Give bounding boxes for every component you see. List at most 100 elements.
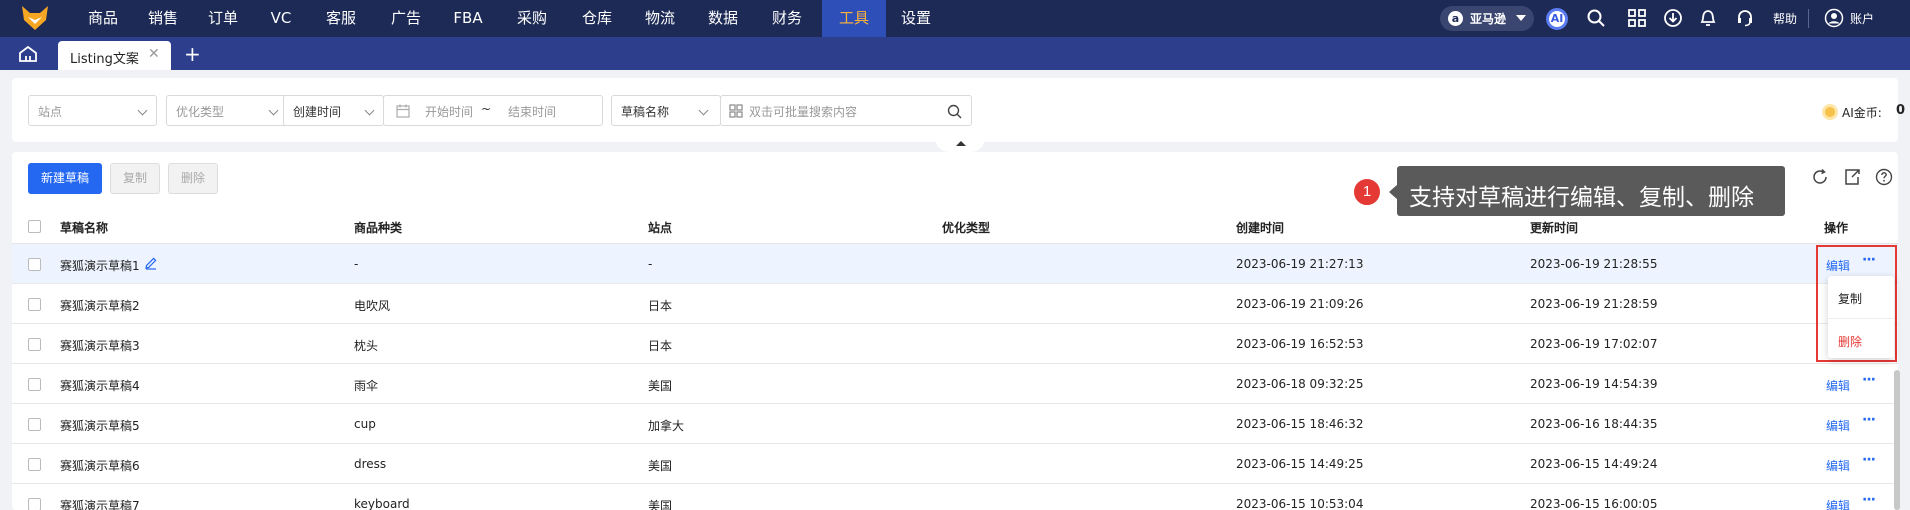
- export-icon[interactable]: [1843, 168, 1861, 186]
- menu-item-12[interactable]: 工具: [822, 0, 886, 37]
- cell-site: 加拿大: [648, 419, 685, 433]
- row-checkbox[interactable]: [28, 298, 41, 311]
- refresh-icon[interactable]: [1811, 168, 1829, 186]
- row-checkbox[interactable]: [28, 338, 41, 351]
- search-field-label: 草稿名称: [621, 105, 670, 119]
- edit-link[interactable]: 编辑: [1826, 417, 1850, 434]
- more-actions-icon[interactable]: ···: [1862, 492, 1876, 508]
- more-actions-icon[interactable]: ···: [1862, 452, 1876, 468]
- ai-assistant-icon[interactable]: AI: [1546, 8, 1568, 30]
- copy-button[interactable]: 复制: [110, 163, 160, 194]
- more-actions-icon[interactable]: ···: [1862, 412, 1876, 428]
- menu-item-11[interactable]: 财务: [764, 0, 810, 37]
- optimization-type-select[interactable]: 优化类型: [166, 95, 288, 126]
- menu-item-6[interactable]: FBA: [448, 0, 488, 37]
- account-link[interactable]: 账户: [1850, 10, 1874, 27]
- cell-site: 美国: [648, 459, 673, 473]
- vertical-scrollbar[interactable]: [1894, 370, 1900, 510]
- tab-label: Listing文案: [70, 52, 139, 67]
- table-row[interactable]: 赛狐演示草稿6 dress 美国 2023-06-15 14:49:25 2023-06…: [12, 444, 1898, 484]
- header-site: 站点: [648, 221, 673, 235]
- customer-service-icon[interactable]: [1735, 8, 1755, 28]
- search-input[interactable]: 双击可批量搜索内容: [720, 95, 972, 126]
- caret-down-icon: [1516, 15, 1526, 21]
- select-all-checkbox[interactable]: [28, 220, 41, 233]
- cell-name: 赛狐演示草稿5: [60, 419, 140, 433]
- edit-link[interactable]: 编辑: [1826, 457, 1850, 474]
- collapse-filter-toggle[interactable]: [935, 138, 985, 152]
- table-row[interactable]: 赛狐演示草稿2 电吹风 日本 2023-06-19 21:09:26 2023-06-1…: [12, 284, 1898, 324]
- menu-item-4[interactable]: 客服: [318, 0, 364, 37]
- row-checkbox[interactable]: [28, 418, 41, 431]
- menu-item-3[interactable]: VC: [263, 0, 299, 37]
- cell-site: 日本: [648, 339, 673, 353]
- new-draft-button[interactable]: 新建草稿: [28, 163, 102, 194]
- menu-item-2[interactable]: 订单: [200, 0, 246, 37]
- menu-item-13[interactable]: 设置: [893, 0, 939, 37]
- row-checkbox[interactable]: [28, 458, 41, 471]
- marketplace-label: 亚马逊: [1470, 12, 1507, 26]
- marketplace-select[interactable]: a 亚马逊: [1440, 6, 1534, 31]
- delete-button[interactable]: 删除: [168, 163, 218, 194]
- menu-item-0[interactable]: 商品: [80, 0, 126, 37]
- cell-category: dress: [354, 457, 387, 471]
- batch-search-icon[interactable]: [729, 104, 743, 118]
- download-icon[interactable]: [1663, 8, 1683, 28]
- fox-logo-icon[interactable]: [20, 4, 50, 32]
- cell-name: 赛狐演示草稿3: [60, 339, 140, 353]
- menu-item-9[interactable]: 物流: [637, 0, 683, 37]
- help-link[interactable]: 帮助: [1773, 10, 1797, 27]
- avatar-icon[interactable]: [1824, 8, 1844, 28]
- menu-item-7[interactable]: 采购: [509, 0, 555, 37]
- cell-site: 美国: [648, 379, 673, 393]
- bell-icon[interactable]: [1698, 8, 1718, 28]
- table-row[interactable]: 赛狐演示草稿7 keyboard 美国 2023-06-15 10:53:04 2023…: [12, 484, 1898, 510]
- start-date-input[interactable]: 开始时间: [425, 103, 473, 120]
- chevron-down-icon: [268, 105, 279, 116]
- annotation-callout: 支持对草稿进行编辑、复制、删除: [1397, 166, 1785, 216]
- search-icon[interactable]: [947, 104, 962, 119]
- row-checkbox[interactable]: [28, 378, 41, 391]
- menu-item-delete[interactable]: 删除: [1838, 333, 1862, 350]
- end-date-input[interactable]: 结束时间: [508, 103, 556, 120]
- menu-item-8[interactable]: 仓库: [574, 0, 620, 37]
- filter-panel: 站点 优化类型 创建时间 开始时间 ~ 结束时间 草稿名称 双击可批量搜索内容: [12, 78, 1905, 142]
- table-row[interactable]: 赛狐演示草稿5 cup 加拿大 2023-06-15 18:46:32 2023-06-…: [12, 404, 1898, 444]
- cell-updated: 2023-06-19 17:02:07: [1530, 337, 1658, 351]
- search-icon[interactable]: [1586, 8, 1606, 28]
- row-checkbox[interactable]: [28, 258, 41, 271]
- close-icon[interactable]: ✕: [148, 46, 160, 62]
- menu-item-5[interactable]: 广告: [383, 0, 429, 37]
- cell-category: 雨伞: [354, 379, 379, 393]
- search-field-select[interactable]: 草稿名称: [611, 95, 721, 126]
- apps-grid-icon[interactable]: [1627, 8, 1647, 28]
- menu-item-1[interactable]: 销售: [140, 0, 186, 37]
- table-row[interactable]: 赛狐演示草稿1 - - 2023-06-19 21:27:13 2023-06-19 2…: [12, 244, 1898, 284]
- menu-item-10[interactable]: 数据: [700, 0, 746, 37]
- cell-updated: 2023-06-15 16:00:05: [1530, 497, 1658, 510]
- menu-item-copy[interactable]: 复制: [1838, 290, 1862, 307]
- table-row[interactable]: 赛狐演示草稿4 雨伞 美国 2023-06-18 09:32:25 2023-06-19…: [12, 364, 1898, 404]
- add-tab-icon[interactable]: +: [184, 42, 201, 66]
- annotation-number-badge: 1: [1352, 177, 1382, 207]
- date-range-picker[interactable]: 开始时间 ~ 结束时间: [383, 95, 603, 126]
- ai-coin-icon: [1822, 104, 1838, 120]
- help-icon[interactable]: [1875, 168, 1893, 186]
- cell-updated: 2023-06-19 14:54:39: [1530, 377, 1658, 391]
- edit-link[interactable]: 编辑: [1826, 377, 1850, 394]
- cell-created: 2023-06-19 21:27:13: [1236, 257, 1364, 271]
- ai-coin-value: 0: [1896, 103, 1906, 118]
- cell-updated: 2023-06-19 21:28:59: [1530, 297, 1658, 311]
- edit-name-pencil-icon[interactable]: [144, 256, 158, 270]
- more-actions-icon[interactable]: ···: [1862, 372, 1876, 388]
- calendar-icon: [396, 104, 410, 118]
- table-row[interactable]: 赛狐演示草稿3 枕头 日本 2023-06-19 16:52:53 2023-06-19…: [12, 324, 1898, 364]
- site-select[interactable]: 站点: [28, 95, 157, 126]
- tab-listing-copy[interactable]: Listing文案 ✕: [58, 41, 171, 70]
- date-type-select[interactable]: 创建时间: [283, 95, 384, 126]
- header-draft-name: 草稿名称: [60, 221, 109, 235]
- edit-link[interactable]: 编辑: [1826, 497, 1850, 510]
- row-checkbox[interactable]: [28, 498, 41, 510]
- home-icon[interactable]: [17, 45, 39, 63]
- chevron-down-icon: [364, 105, 375, 116]
